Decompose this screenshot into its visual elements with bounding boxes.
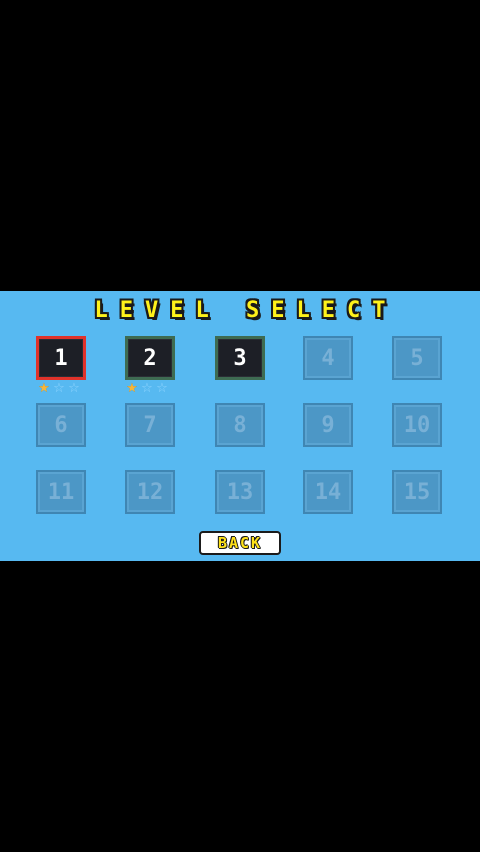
level-tile-5[interactable]: 5: [392, 336, 442, 380]
star-filled-icon: ★: [126, 381, 138, 396]
level-tile-15[interactable]: 15: [392, 470, 442, 514]
level-tile-8[interactable]: 8: [215, 403, 265, 447]
level-1-stars: ★ ☆ ☆: [37, 382, 81, 396]
screen-title: LEVEL SELECT: [94, 298, 398, 323]
level-tile-3[interactable]: 3: [215, 336, 265, 380]
level-tile-12[interactable]: 12: [125, 470, 175, 514]
level-tile-14[interactable]: 14: [303, 470, 353, 514]
level-tile-13[interactable]: 13: [215, 470, 265, 514]
level-tile-10[interactable]: 10: [392, 403, 442, 447]
level-tile-1[interactable]: 1: [36, 336, 86, 380]
star-empty-icon: ☆: [53, 381, 65, 396]
level-2-stars: ★ ☆ ☆: [125, 382, 169, 396]
level-tile-11[interactable]: 11: [36, 470, 86, 514]
level-tile-9[interactable]: 9: [303, 403, 353, 447]
star-empty-icon: ☆: [156, 381, 168, 396]
level-tile-4[interactable]: 4: [303, 336, 353, 380]
star-empty-icon: ☆: [68, 381, 80, 396]
level-tile-7[interactable]: 7: [125, 403, 175, 447]
level-tile-6[interactable]: 6: [36, 403, 86, 447]
star-filled-icon: ★: [38, 381, 50, 396]
back-button[interactable]: BACK: [199, 531, 281, 555]
level-tile-2[interactable]: 2: [125, 336, 175, 380]
star-empty-icon: ☆: [141, 381, 153, 396]
